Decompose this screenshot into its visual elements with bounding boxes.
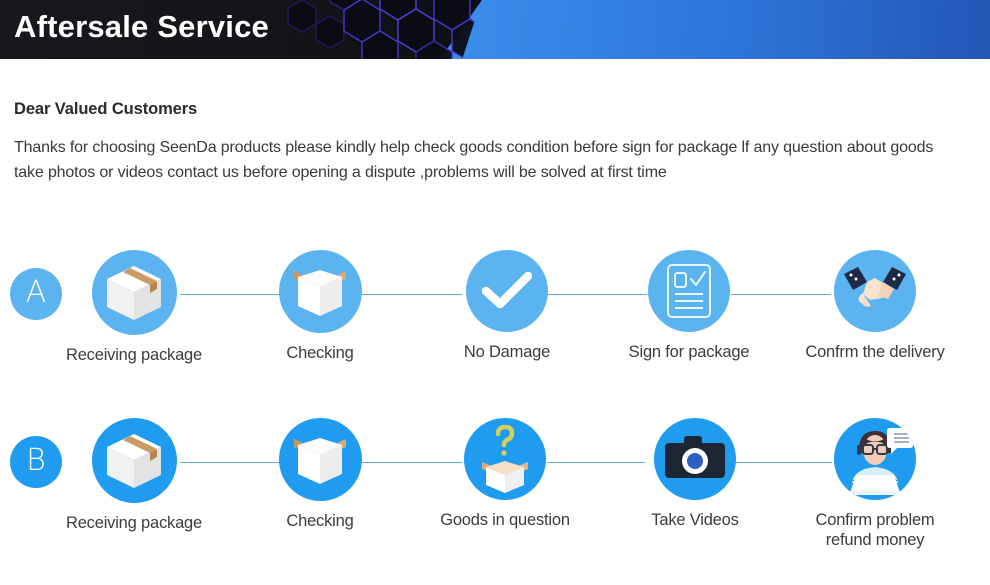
flow-step[interactable]: Checking (240, 250, 400, 363)
flow-step-label: Sign for package (628, 343, 750, 361)
flow-step[interactable]: Confrm the delivery (790, 250, 960, 362)
open-box-icon (294, 269, 346, 316)
intro-greeting: Dear Valued Customers (14, 100, 198, 118)
flow-step[interactable]: Sign for package (609, 250, 769, 362)
camera-icon (665, 436, 725, 478)
intro-body: Thanks for choosing SeenDa products plea… (14, 139, 934, 181)
support-agent-icon (848, 428, 913, 495)
closed-box-icon (107, 433, 161, 488)
flow-step[interactable]: Receiving package (44, 250, 224, 365)
flow-step[interactable]: No Damage (427, 250, 587, 362)
flow-step-label: Checking (286, 512, 354, 530)
document-check-icon (667, 264, 711, 318)
page-header: Aftersale Service (0, 0, 990, 59)
flow-step-label: Receiving package (65, 514, 203, 532)
flow-step[interactable]: Checking (240, 418, 400, 531)
flow-step-label: No Damage (463, 343, 551, 361)
handshake-icon (844, 267, 906, 307)
open-box-icon (294, 437, 346, 484)
flow-step[interactable]: Receiving package (44, 418, 224, 533)
flow-step[interactable]: Goods in question (425, 418, 585, 530)
flow-step-label: Goods in question (440, 511, 570, 529)
checkmark-icon (482, 271, 532, 309)
flow-step-label: Take Videos (651, 511, 739, 529)
flow-step-label: Confrm the delivery (805, 343, 945, 361)
page-title: Aftersale Service (14, 9, 270, 44)
flow-step-label: Confirm problem refund money (815, 511, 935, 549)
closed-box-icon (107, 265, 161, 320)
flow-step-label: Checking (286, 344, 354, 362)
flow-step[interactable]: Confirm problem refund money (790, 418, 960, 550)
flow-step-label: Receiving package (65, 346, 203, 364)
hexagon-pattern-icon (287, 0, 486, 59)
flow-step[interactable]: Take Videos (615, 418, 775, 530)
question-box-icon (482, 424, 528, 493)
intro-block: Dear Valued Customers Thanks for choosin… (14, 100, 976, 185)
